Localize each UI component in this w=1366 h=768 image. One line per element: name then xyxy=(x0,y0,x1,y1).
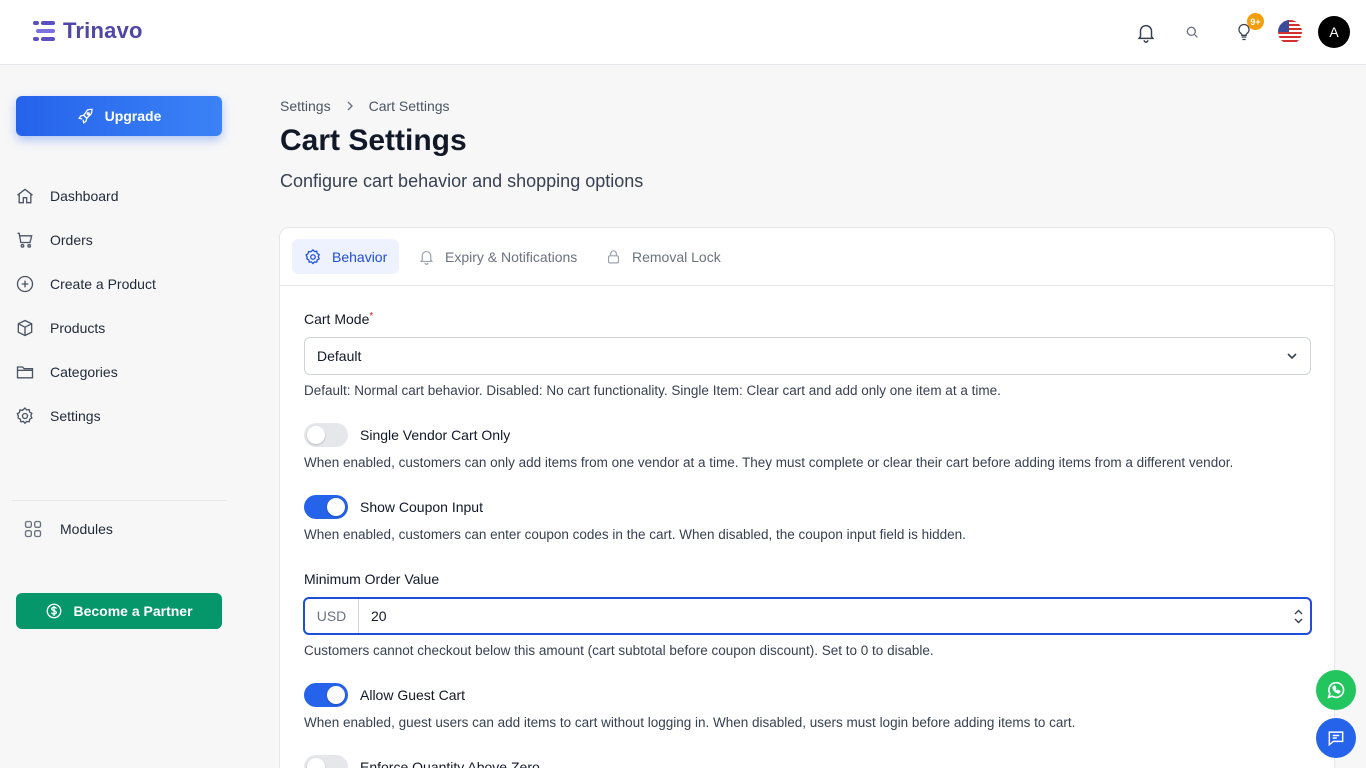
whatsapp-button[interactable] xyxy=(1316,670,1356,710)
toggle-knob xyxy=(327,686,345,704)
sidebar-item-label: Settings xyxy=(50,408,101,424)
sidebar-item-create-product[interactable]: Create a Product xyxy=(12,266,226,302)
breadcrumb: Settings Cart Settings xyxy=(280,98,450,114)
tab-removal-lock[interactable]: Removal Lock xyxy=(593,239,733,274)
required-mark: * xyxy=(369,311,374,322)
sidebar-item-label: Modules xyxy=(60,521,113,537)
chat-support-button[interactable] xyxy=(1316,718,1356,758)
single-vendor-toggle[interactable] xyxy=(304,423,348,447)
cart-mode-select[interactable]: Default xyxy=(304,337,1311,375)
sidebar-item-label: Products xyxy=(50,320,106,336)
lock-icon xyxy=(607,250,620,264)
upgrade-label: Upgrade xyxy=(104,108,162,124)
dollar-circle-icon xyxy=(47,603,62,619)
min-order-input[interactable]: USD 20 xyxy=(303,597,1312,635)
gear-icon xyxy=(305,248,320,264)
stepper-up-icon[interactable] xyxy=(1294,609,1303,615)
cart-mode-help: Default: Normal cart behavior. Disabled:… xyxy=(304,383,1001,398)
chevron-right-icon xyxy=(347,101,353,111)
become-partner-button[interactable]: Become a Partner xyxy=(16,593,222,629)
upgrade-button[interactable]: Upgrade xyxy=(16,96,222,136)
sidebar-item-label: Dashboard xyxy=(50,188,119,204)
cart-mode-label: Cart Mode* xyxy=(304,311,373,327)
guest-cart-help: When enabled, guest users can add items … xyxy=(304,715,1076,730)
stepper-down-icon[interactable] xyxy=(1294,618,1303,624)
settings-card: Behavior Expiry & Notifications Removal … xyxy=(279,227,1335,768)
brand-logo[interactable]: Trinavo xyxy=(33,18,143,44)
sidebar-item-orders[interactable]: Orders xyxy=(12,222,226,258)
bell-icon xyxy=(419,250,434,265)
whatsapp-icon xyxy=(1327,681,1345,699)
toggle-knob xyxy=(327,498,345,516)
sidebar-item-categories[interactable]: Categories xyxy=(12,354,226,390)
folder-icon xyxy=(14,361,36,383)
sidebar-divider xyxy=(12,500,226,501)
tab-behavior[interactable]: Behavior xyxy=(292,239,400,274)
sidebar-item-modules[interactable]: Modules xyxy=(20,511,234,547)
min-order-help: Customers cannot checkout below this amo… xyxy=(304,643,934,658)
currency-prefix: USD xyxy=(305,599,359,633)
toggle-knob xyxy=(307,758,325,768)
cart-mode-label-text: Cart Mode xyxy=(304,311,370,327)
min-order-value[interactable]: 20 xyxy=(359,608,1286,624)
tab-label: Expiry & Notifications xyxy=(445,248,578,265)
number-stepper[interactable] xyxy=(1286,609,1310,624)
guest-cart-toggle[interactable] xyxy=(304,683,348,707)
page-title: Cart Settings xyxy=(280,124,467,157)
sidebar-item-label: Create a Product xyxy=(50,276,156,292)
notification-badge: 9+ xyxy=(1247,13,1264,30)
sidebar-item-label: Categories xyxy=(50,364,118,380)
us-flag-icon[interactable] xyxy=(1278,20,1302,44)
single-vendor-label: Single Vendor Cart Only xyxy=(360,427,511,443)
partner-label: Become a Partner xyxy=(73,603,193,619)
chevron-down-icon xyxy=(1287,353,1297,360)
search-icon[interactable] xyxy=(1180,20,1204,44)
sidebar-item-dashboard[interactable]: Dashboard xyxy=(12,178,226,214)
gear-icon xyxy=(14,405,36,427)
enforce-quantity-toggle[interactable] xyxy=(304,755,348,768)
breadcrumb-settings-link[interactable]: Settings xyxy=(280,98,331,114)
logo-icon xyxy=(33,21,55,41)
plus-circle-icon xyxy=(14,273,36,295)
breadcrumb-current: Cart Settings xyxy=(368,98,450,114)
coupon-help: When enabled, customers can enter coupon… xyxy=(304,527,966,542)
coupon-toggle[interactable] xyxy=(304,495,348,519)
min-order-label: Minimum Order Value xyxy=(304,571,440,587)
cart-icon xyxy=(14,229,36,251)
brand-name: Trinavo xyxy=(63,18,143,43)
sidebar-item-products[interactable]: Products xyxy=(12,310,226,346)
grid-icon xyxy=(22,518,44,540)
bell-icon[interactable] xyxy=(1134,20,1158,44)
top-header: Trinavo 9+ A xyxy=(0,0,1366,65)
tab-expiry-notifications[interactable]: Expiry & Notifications xyxy=(406,239,589,274)
page-subtitle: Configure cart behavior and shopping opt… xyxy=(280,171,644,191)
tab-label: Removal Lock xyxy=(632,248,721,265)
home-icon xyxy=(14,185,36,207)
tab-bar: Behavior Expiry & Notifications Removal … xyxy=(280,228,1334,286)
rocket-icon xyxy=(77,108,93,124)
cart-mode-value: Default xyxy=(317,348,362,364)
toggle-knob xyxy=(307,426,325,444)
single-vendor-help: When enabled, customers can only add ite… xyxy=(304,455,1234,470)
sidebar-item-label: Orders xyxy=(50,232,93,248)
user-avatar[interactable]: A xyxy=(1318,16,1350,48)
box-icon xyxy=(14,317,36,339)
enforce-quantity-label: Enforce Quantity Above Zero xyxy=(360,759,540,768)
sidebar-item-settings[interactable]: Settings xyxy=(12,398,226,434)
tab-label: Behavior xyxy=(332,248,388,265)
chat-icon xyxy=(1328,731,1344,747)
guest-cart-label: Allow Guest Cart xyxy=(360,687,466,703)
coupon-label: Show Coupon Input xyxy=(360,499,483,515)
